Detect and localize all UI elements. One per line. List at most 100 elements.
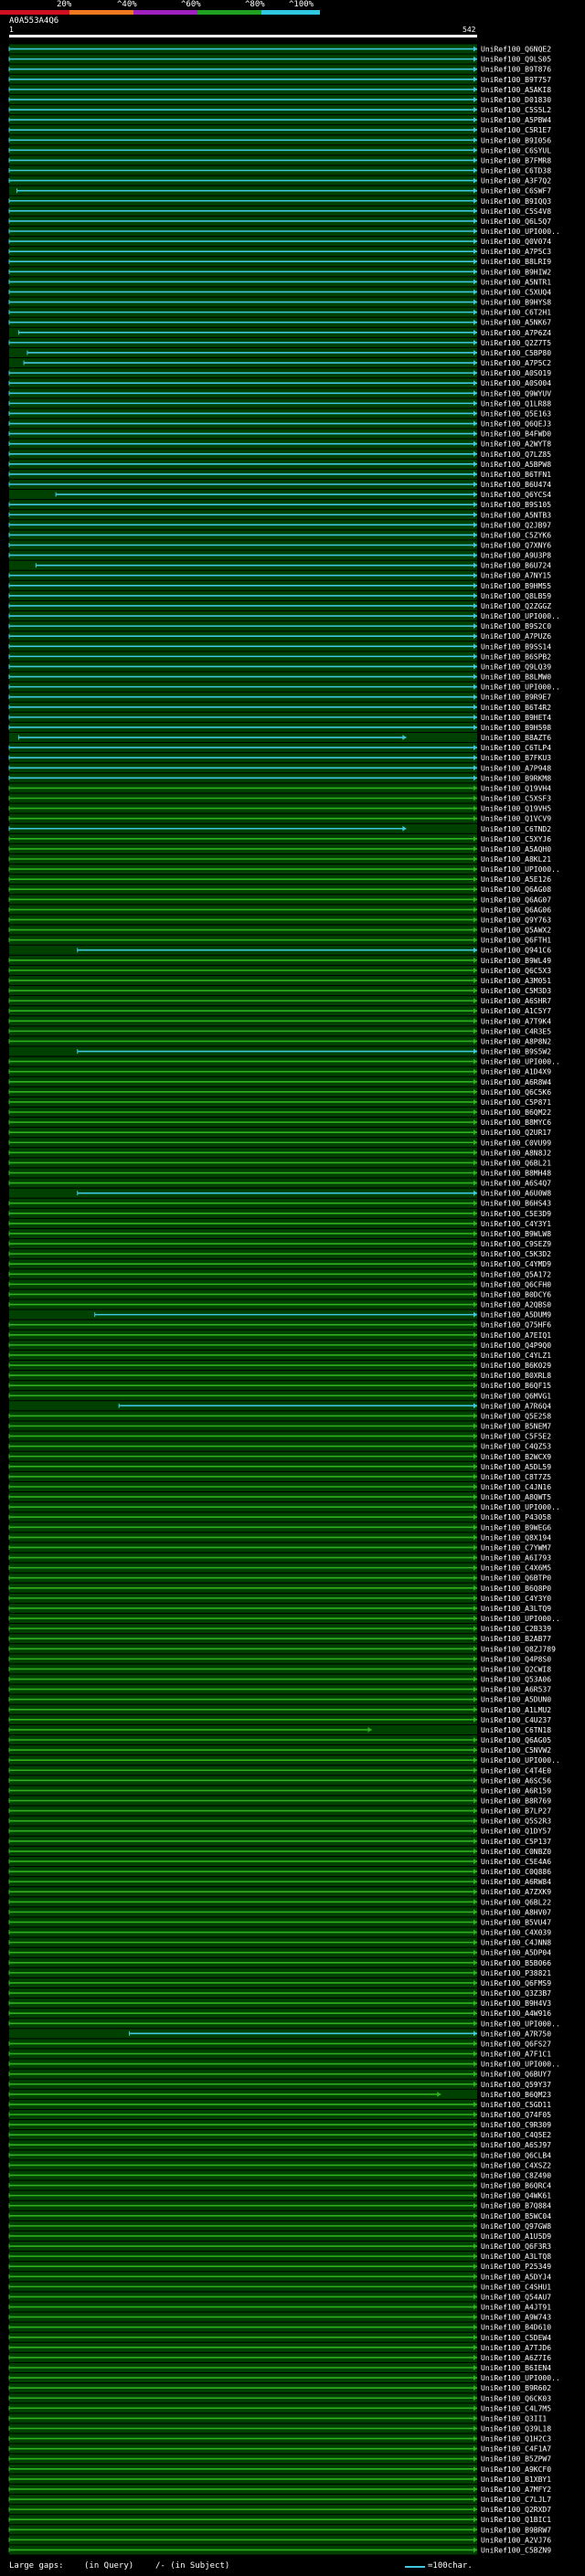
hit-label[interactable]: UniRef100_B6QM22: [481, 1108, 551, 1117]
hit-label[interactable]: UniRef100_B8MYC6: [481, 1118, 551, 1127]
hit-label[interactable]: UniRef100_Q2UR17: [481, 1129, 551, 1137]
hit-row[interactable]: UniRef100_B8AZT6: [9, 732, 551, 743]
hit-label[interactable]: UniRef100_C7YWM7: [481, 1543, 551, 1552]
hit-row[interactable]: UniRef100_Q6BTP0: [8, 1573, 551, 1583]
hit-label[interactable]: UniRef100_A1C5Y7: [481, 1007, 551, 1015]
hit-row[interactable]: UniRef100_B7Q884: [8, 2200, 551, 2210]
hit-label[interactable]: UniRef100_A2WYT8: [481, 440, 551, 449]
hit-label[interactable]: UniRef100_B8LMW0: [481, 673, 551, 682]
hit-label[interactable]: UniRef100_A9KCF0: [481, 2465, 551, 2474]
hit-label[interactable]: UniRef100_A3LTQ9: [481, 1605, 551, 1613]
hit-row[interactable]: UniRef100_B8LRI9: [8, 257, 551, 267]
hit-label[interactable]: UniRef100_B0XRL8: [481, 1372, 551, 1380]
hit-row[interactable]: UniRef100_UPI000..: [8, 1502, 560, 1512]
hit-label[interactable]: UniRef100_Q6NQE2: [481, 46, 551, 54]
hit-row[interactable]: UniRef100_B9H598: [8, 722, 551, 732]
hit-label[interactable]: UniRef100_Q59Y37: [481, 2081, 551, 2089]
hit-label[interactable]: UniRef100_Q2CWI8: [481, 1665, 551, 1673]
hit-row[interactable]: UniRef100_Q1LR88: [8, 398, 551, 408]
hit-row[interactable]: UniRef100_C5F5E2: [8, 1431, 551, 1441]
hit-row[interactable]: UniRef100_Q2RXD7: [8, 2505, 551, 2515]
hit-row[interactable]: UniRef100_Q2Z7T5: [8, 337, 551, 347]
hit-row[interactable]: UniRef100_B6HS43: [8, 1198, 551, 1208]
hit-row[interactable]: UniRef100_A6R537: [8, 1684, 551, 1694]
hit-label[interactable]: UniRef100_B9HET4: [481, 714, 551, 722]
hit-row[interactable]: UniRef100_Q4P9Q0: [8, 1340, 551, 1350]
hit-label[interactable]: UniRef100_C4F1A7: [481, 2445, 551, 2454]
hit-row[interactable]: UniRef100_B6K029: [8, 1360, 551, 1371]
hit-row[interactable]: UniRef100_A5DL59: [8, 1461, 551, 1471]
hit-label[interactable]: UniRef100_A9W743: [481, 2314, 551, 2322]
hit-label[interactable]: UniRef100_C6SWF7: [481, 187, 551, 196]
hit-label[interactable]: UniRef100_A5DP04: [481, 1949, 551, 1957]
hit-label[interactable]: UniRef100_A5NK67: [481, 319, 551, 327]
hit-row[interactable]: UniRef100_C5P871: [8, 1097, 551, 1107]
hit-label[interactable]: UniRef100_Q8LB59: [481, 592, 551, 600]
hit-row[interactable]: UniRef100_C5R1E7: [8, 125, 551, 135]
hit-row[interactable]: UniRef100_A6S4Q7: [8, 1178, 551, 1188]
hit-label[interactable]: UniRef100_C5XSF3: [481, 795, 551, 803]
hit-label[interactable]: UniRef100_Q6CLB4: [481, 2151, 551, 2159]
hit-row[interactable]: UniRef100_B9S5W2: [9, 1046, 551, 1056]
hit-row[interactable]: UniRef100_A8N8J2: [8, 1148, 551, 1158]
hit-row[interactable]: UniRef100_B4D610: [8, 2322, 551, 2332]
hit-row[interactable]: UniRef100_A5DUN0: [8, 1694, 551, 1704]
hit-row[interactable]: UniRef100_Q6BL21: [8, 1158, 551, 1168]
hit-row[interactable]: UniRef100_D01830: [8, 94, 551, 104]
hit-row[interactable]: UniRef100_C4X039: [8, 1927, 551, 1937]
hit-row[interactable]: UniRef100_A7T9K4: [8, 1016, 551, 1026]
hit-row[interactable]: UniRef100_UPI000..: [8, 1614, 560, 1624]
hit-row[interactable]: UniRef100_UPI000..: [8, 2059, 560, 2069]
hit-row[interactable]: UniRef100_C5P137: [8, 1836, 551, 1846]
hit-row[interactable]: UniRef100_C5E4A6: [8, 1856, 551, 1867]
hit-label[interactable]: UniRef100_Q1LR88: [481, 399, 551, 408]
hit-row[interactable]: UniRef100_C4T4E0: [8, 1765, 551, 1776]
hit-label[interactable]: UniRef100_C4Q5E2: [481, 2131, 551, 2139]
hit-row[interactable]: UniRef100_B9T757: [8, 74, 551, 84]
hit-label[interactable]: UniRef100_A2VJ76: [481, 2536, 551, 2544]
hit-label[interactable]: UniRef100_Q6QEJ3: [481, 420, 551, 429]
hit-label[interactable]: UniRef100_C4L7M5: [481, 2404, 551, 2412]
hit-label[interactable]: UniRef100_A3M051: [481, 977, 551, 985]
hit-row[interactable]: UniRef100_A6SHR7: [8, 996, 551, 1006]
hit-label[interactable]: UniRef100_C5K3D2: [481, 1250, 551, 1258]
hit-row[interactable]: UniRef100_A1C5Y7: [8, 1006, 551, 1016]
hit-row[interactable]: UniRef100_Q6AG06: [8, 905, 551, 915]
hit-label[interactable]: UniRef100_Q7LZ85: [481, 451, 551, 459]
hit-label[interactable]: UniRef100_B8R769: [481, 1797, 551, 1805]
hit-label[interactable]: UniRef100_Q1VCV9: [481, 815, 551, 823]
hit-row[interactable]: UniRef100_B6T4R2: [8, 702, 551, 712]
hit-label[interactable]: UniRef100_Q5E163: [481, 409, 551, 418]
hit-label[interactable]: UniRef100_Q3Z3B7: [481, 1989, 551, 1998]
hit-row[interactable]: UniRef100_A6Z7I6: [8, 2352, 551, 2362]
hit-row[interactable]: UniRef100_UPI000..: [8, 1755, 560, 1765]
hit-row[interactable]: UniRef100_A5NTB3: [8, 510, 551, 520]
hit-label[interactable]: UniRef100_B2AB77: [481, 1635, 551, 1643]
hit-row[interactable]: UniRef100_A7R750: [9, 2029, 551, 2039]
hit-label[interactable]: UniRef100_Q9LS05: [481, 56, 551, 64]
hit-row[interactable]: UniRef100_A1LMU2: [8, 1704, 551, 1714]
hit-row[interactable]: UniRef100_Q6MVG1: [8, 1391, 551, 1401]
hit-row[interactable]: UniRef100_A5BPW8: [8, 459, 551, 469]
hit-row[interactable]: UniRef100_C5XYJ6: [8, 833, 551, 843]
hit-row[interactable]: UniRef100_B7FMR8: [8, 155, 551, 165]
hit-label[interactable]: UniRef100_Q6BTP0: [481, 1574, 551, 1583]
hit-row[interactable]: UniRef100_P38821: [8, 1967, 551, 1977]
hit-label[interactable]: UniRef100_A7ZXK9: [481, 1888, 551, 1896]
hit-row[interactable]: UniRef100_B8R769: [8, 1796, 551, 1806]
hit-row[interactable]: UniRef100_C9R309: [8, 2120, 551, 2130]
hit-row[interactable]: UniRef100_Q5S2R3: [8, 1816, 551, 1826]
hit-label[interactable]: UniRef100_C6TND2: [481, 825, 551, 833]
hit-row[interactable]: UniRef100_C4JN16: [8, 1481, 551, 1492]
hit-row[interactable]: UniRef100_C2B339: [8, 1624, 551, 1634]
hit-row[interactable]: UniRef100_B4FWD0: [8, 429, 551, 439]
hit-row[interactable]: UniRef100_A5NTR1: [8, 277, 551, 287]
hit-row[interactable]: UniRef100_Q5A172: [8, 1269, 551, 1279]
hit-row[interactable]: UniRef100_UPI000..: [8, 2019, 560, 2029]
hit-row[interactable]: UniRef100_Q6FMS9: [8, 1977, 551, 1988]
hit-label[interactable]: UniRef100_A6R159: [481, 1786, 551, 1795]
hit-row[interactable]: UniRef100_A5PBW4: [8, 115, 551, 125]
hit-row[interactable]: UniRef100_B9RKM8: [8, 773, 551, 783]
hit-label[interactable]: UniRef100_Q39L18: [481, 2424, 551, 2433]
hit-label[interactable]: UniRef100_Q1DY57: [481, 1828, 551, 1836]
